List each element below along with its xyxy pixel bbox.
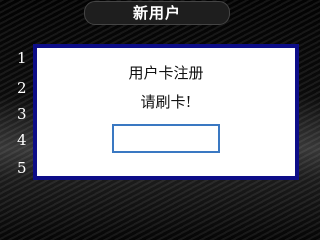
swipe-card-prompt: 请刷卡! — [140, 93, 192, 111]
list-item-number[interactable]: 4 — [17, 132, 31, 148]
page-title: 新用户 — [84, 1, 230, 25]
list-item-number[interactable]: 5 — [17, 160, 31, 176]
list-item-number[interactable]: 2 — [17, 80, 31, 96]
dialog-title: 用户卡注册 — [128, 64, 204, 82]
card-number-input[interactable] — [112, 124, 220, 153]
screen: 新用户 1 2 3 4 5 用户卡注册 请刷卡! — [0, 0, 320, 240]
list-item-number[interactable]: 3 — [17, 106, 31, 122]
card-registration-dialog: 用户卡注册 请刷卡! — [33, 44, 299, 180]
list-item-number[interactable]: 1 — [17, 50, 31, 66]
